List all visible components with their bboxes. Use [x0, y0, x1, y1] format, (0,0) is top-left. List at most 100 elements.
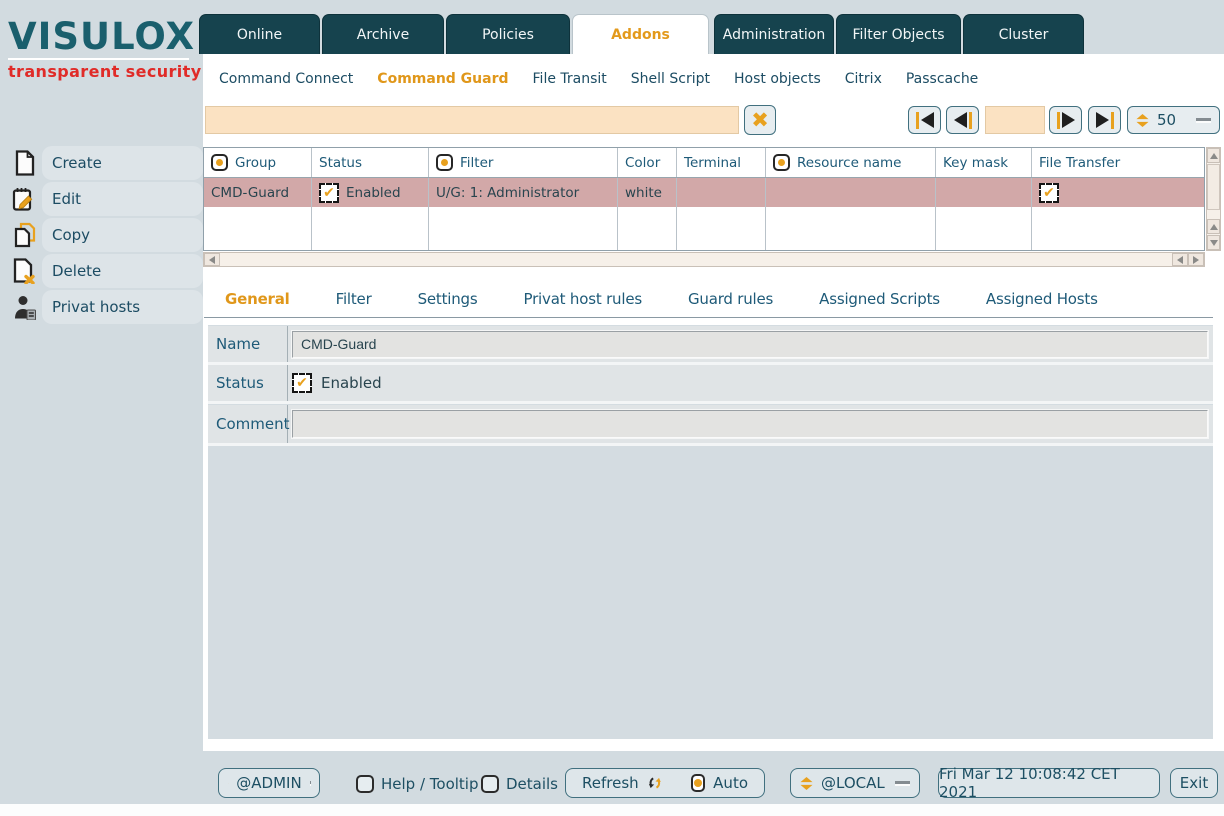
subnav-shell-script[interactable]: Shell Script [631, 71, 710, 87]
comment-field[interactable] [292, 410, 1208, 438]
scroll-down-button[interactable] [1207, 235, 1220, 250]
col-header-group[interactable]: Group [204, 148, 312, 177]
sidebar-item-privat-hosts[interactable]: Privat hosts [0, 289, 203, 325]
tab-assigned-hosts[interactable]: Assigned Hosts [986, 290, 1098, 308]
auto-radio[interactable] [691, 774, 706, 792]
col-header-filter[interactable]: Filter [429, 148, 618, 177]
col-header-terminal[interactable]: Terminal [677, 148, 766, 177]
details-checkbox[interactable] [481, 775, 499, 793]
prev-page-button[interactable] [946, 106, 979, 134]
radio-icon[interactable] [436, 154, 453, 171]
detail-divider [204, 317, 1213, 318]
subnav-citrix[interactable]: Citrix [845, 71, 882, 87]
scroll-up-button-2[interactable] [1207, 219, 1220, 234]
admin-scope-dropdown[interactable]: @ADMIN [218, 768, 320, 798]
subnav-file-transit[interactable]: File Transit [533, 71, 607, 87]
tab-filter-objects[interactable]: Filter Objects [836, 14, 961, 54]
tab-online[interactable]: Online [199, 14, 320, 54]
last-page-button[interactable] [1088, 106, 1121, 134]
checked-checkbox-icon: ✔ [1039, 182, 1059, 203]
page-size-dropdown[interactable]: 50 [1127, 106, 1220, 134]
local-scope-dropdown[interactable]: @LOCAL [790, 768, 920, 798]
close-icon: ✖ [751, 108, 769, 132]
tab-assigned-scripts[interactable]: Assigned Scripts [819, 290, 940, 308]
cell-color: white [618, 178, 677, 207]
tab-general[interactable]: General [225, 290, 290, 308]
cell-group: CMD-Guard [204, 178, 312, 207]
col-header-key-mask[interactable]: Key mask [936, 148, 1032, 177]
subnav-command-guard[interactable]: Command Guard [377, 71, 508, 87]
visulox-logo: VISULOX transparent security [8, 18, 202, 81]
table-empty-row [204, 207, 1204, 250]
refresh-button[interactable]: Refresh [582, 774, 639, 792]
clear-search-button[interactable]: ✖ [744, 105, 776, 135]
addons-subnav: Command Connect Command Guard File Trans… [219, 68, 978, 90]
name-field[interactable] [292, 330, 1208, 358]
status-checkbox[interactable]: ✔ [292, 373, 312, 393]
radio-icon[interactable] [773, 154, 790, 171]
scroll-up-button[interactable] [1207, 148, 1220, 163]
sidebar-actions: Create Edit Copy Delete Privat hosts [0, 145, 203, 325]
status-label: Status [208, 365, 288, 401]
tab-settings[interactable]: Settings [418, 290, 478, 308]
tab-guard-rules[interactable]: Guard rules [688, 290, 773, 308]
first-page-button[interactable] [908, 106, 941, 134]
datetime-value: Fri Mar 12 10:08:42 CET 2021 [939, 765, 1120, 801]
vertical-scroll-thumb[interactable] [1207, 164, 1220, 210]
tab-administration[interactable]: Administration [714, 14, 834, 54]
table-horizontal-scrollbar[interactable] [203, 252, 1205, 267]
radio-icon[interactable] [211, 154, 228, 171]
col-header-status[interactable]: Status [312, 148, 429, 177]
table-vertical-scrollbar[interactable] [1206, 147, 1221, 251]
cell-file-transfer: ✔ [1032, 178, 1204, 207]
arrow-up-icon [1209, 223, 1218, 230]
cell-filter: U/G: 1: Administrator [429, 178, 618, 207]
subnav-command-connect[interactable]: Command Connect [219, 71, 353, 87]
exit-button[interactable]: Exit [1170, 768, 1218, 798]
search-input[interactable] [205, 106, 739, 134]
sidebar-item-label: Delete [42, 254, 203, 288]
tab-policies[interactable]: Policies [446, 14, 570, 54]
col-header-resource-name[interactable]: Resource name [766, 148, 936, 177]
comment-label: Comment [208, 405, 290, 443]
next-page-button[interactable] [1049, 106, 1082, 134]
col-header-color[interactable]: Color [618, 148, 677, 177]
refresh-icon[interactable] [647, 772, 663, 794]
help-tooltip-label: Help / Tooltip [381, 775, 479, 793]
results-table: Group Status Filter Color Terminal Resou… [203, 147, 1205, 251]
tab-filter[interactable]: Filter [336, 290, 372, 308]
form-row-comment: Comment [208, 405, 1213, 446]
sidebar-item-delete[interactable]: Delete [0, 253, 203, 289]
scroll-left-button-2[interactable] [1172, 253, 1188, 266]
scroll-left-button[interactable] [204, 253, 220, 266]
sidebar-item-edit[interactable]: Edit [0, 181, 203, 217]
detail-tabs: General Filter Settings Privat host rule… [225, 290, 1098, 308]
tab-archive[interactable]: Archive [322, 14, 444, 54]
table-row[interactable]: CMD-Guard ✔ Enabled U/G: 1: Administrato… [204, 178, 1204, 207]
logo-title: VISULOX [8, 15, 196, 58]
subnav-host-objects[interactable]: Host objects [734, 71, 821, 87]
next-page-icon [1056, 111, 1060, 129]
delete-document-icon [11, 257, 39, 285]
details-option: Details [481, 774, 558, 794]
table-header-row: Group Status Filter Color Terminal Resou… [204, 148, 1204, 178]
arrow-left-icon [209, 255, 215, 264]
tab-addons[interactable]: Addons [572, 14, 709, 54]
tab-cluster[interactable]: Cluster [963, 14, 1084, 54]
details-label: Details [506, 775, 559, 793]
edit-pencil-icon [11, 185, 39, 213]
subnav-passcache[interactable]: Passcache [906, 71, 978, 87]
tab-privat-host-rules[interactable]: Privat host rules [524, 290, 643, 308]
page-number-input[interactable] [985, 106, 1045, 134]
form-row-name: Name [208, 326, 1213, 365]
datetime-display: Fri Mar 12 10:08:42 CET 2021 [938, 765, 1160, 801]
sidebar-item-create[interactable]: Create [0, 145, 203, 181]
sidebar-item-copy[interactable]: Copy [0, 217, 203, 253]
col-header-file-transfer[interactable]: File Transfer [1032, 148, 1204, 177]
help-tooltip-checkbox[interactable] [356, 775, 374, 793]
top-nav: Online Archive Policies Addons Administr… [199, 14, 1084, 54]
dropdown-handle-icon [895, 780, 910, 786]
arrow-left-icon [1177, 255, 1183, 264]
cell-terminal [677, 178, 766, 207]
scroll-right-button[interactable] [1188, 253, 1204, 266]
